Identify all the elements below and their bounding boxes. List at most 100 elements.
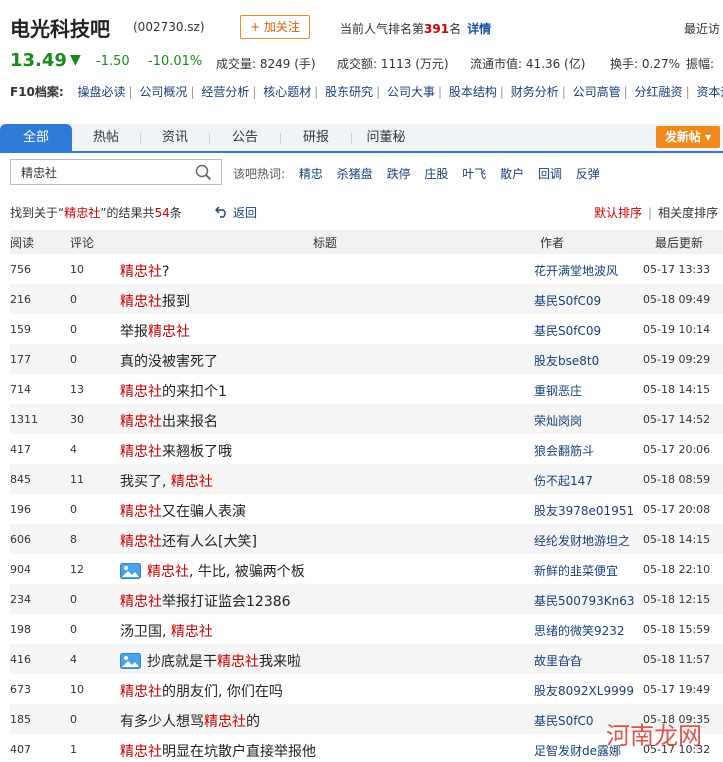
read-count: 845: [10, 473, 31, 486]
post-title-link[interactable]: 精忠社来翘板了哦: [120, 441, 232, 461]
f10-link[interactable]: 资本运作: [696, 85, 723, 99]
f10-link[interactable]: 公司大事: [387, 85, 435, 99]
f10-link[interactable]: 公司高管: [573, 85, 621, 99]
hot-word-link[interactable]: 回调: [538, 167, 562, 181]
post-title-link[interactable]: 精忠社明显在坑散户直接举报他: [120, 741, 316, 761]
tab-bar: 全部 热帖 资讯 公告 研报 问董秘 发新帖 ▾: [0, 124, 723, 153]
back-label: 返回: [233, 206, 258, 220]
hot-word-link[interactable]: 反弹: [576, 167, 600, 181]
hot-word-link[interactable]: 庄股: [424, 167, 448, 181]
tab-news[interactable]: 资讯: [141, 124, 209, 151]
post-title-link[interactable]: 汤卫国, 精忠社: [120, 621, 213, 641]
f10-link[interactable]: 分红融资: [635, 85, 683, 99]
post-title-link[interactable]: 精忠社, 牛比, 被骗两个板: [120, 561, 305, 581]
table-row: 198 0 汤卫国, 精忠社 思绪的微笑9232 05-18 15:59: [10, 614, 723, 644]
title-text: 抄底就是干: [147, 654, 217, 670]
f10-label: F10档案:: [10, 85, 64, 99]
last-updated: 05-18 22:10: [643, 563, 711, 576]
tab-ask-secretary[interactable]: 问董秘: [352, 124, 420, 151]
comment-count: 13: [70, 383, 84, 396]
post-title-link[interactable]: 精忠社又在骗人表演: [120, 501, 246, 521]
post-title-link[interactable]: 精忠社的朋友们, 你们在吗: [120, 681, 283, 701]
title-text: 的朋友们, 你们在吗: [162, 684, 283, 700]
author-link[interactable]: 思绪的微笑9232: [534, 622, 625, 639]
post-title-link[interactable]: 精忠社还有人么[大笑]: [120, 531, 257, 551]
follow-button[interactable]: + 加关注: [240, 15, 310, 39]
last-updated: 05-19 09:29: [643, 353, 711, 366]
f10-link[interactable]: 操盘必读: [78, 85, 126, 99]
recent-visits[interactable]: 最近访: [684, 20, 720, 37]
post-title-link[interactable]: 真的没被害死了: [120, 351, 218, 371]
author-link[interactable]: 经纶发财地游坦之: [534, 532, 630, 549]
search-input[interactable]: [11, 160, 191, 184]
read-count: 673: [10, 683, 31, 696]
author-link[interactable]: 故里旮旮: [534, 652, 582, 669]
keyword-highlight: 精忠社: [120, 684, 162, 700]
f10-link[interactable]: 股东研究: [325, 85, 373, 99]
author-link[interactable]: 股友3978e01951: [534, 502, 634, 519]
post-title-link[interactable]: 精忠社?: [120, 261, 169, 281]
f10-link[interactable]: 公司概况: [139, 85, 187, 99]
post-title-link[interactable]: 精忠社出来报名: [120, 411, 218, 431]
author-link[interactable]: 伤不起147: [534, 472, 593, 489]
post-title-link[interactable]: 举报精忠社: [120, 321, 190, 341]
back-link[interactable]: 返回: [215, 204, 257, 221]
author-link[interactable]: 股友8092XL9999: [534, 682, 634, 699]
author-link[interactable]: 花开满堂地波风: [534, 262, 618, 279]
last-updated: 05-18 09:49: [643, 293, 711, 306]
author-link[interactable]: 新鲜的韭菜便宜: [534, 562, 618, 579]
post-title-link[interactable]: 精忠社举报打证监会12386: [120, 591, 291, 611]
volume: 成交量: 8249 (手): [216, 57, 316, 71]
stock-price: 13.49: [10, 50, 67, 71]
new-post-button[interactable]: 发新帖 ▾: [656, 126, 720, 148]
hot-word-link[interactable]: 精忠: [299, 167, 323, 181]
bar-title[interactable]: 电光科技吧: [10, 13, 110, 42]
tab-hot[interactable]: 热帖: [72, 124, 140, 151]
post-list: 756 10 精忠社? 花开满堂地波风 05-17 13:33 216 0 精忠社报到 基民S0…: [10, 254, 723, 762]
post-title-link[interactable]: 我买了, 精忠社: [120, 471, 213, 491]
author-link[interactable]: 股友bse8t0: [534, 352, 599, 369]
title-text: 的来扣个1: [162, 384, 227, 400]
turnover-rate: 换手: 0.27%: [610, 57, 680, 71]
rank-prefix: 当前人气排名第: [340, 22, 425, 36]
search-icon[interactable]: [195, 164, 212, 181]
f10-link[interactable]: 财务分析: [511, 85, 559, 99]
search-box: [10, 159, 222, 185]
f10-link[interactable]: 核心题材: [263, 85, 311, 99]
author-link[interactable]: 重钢恶庄: [534, 382, 582, 399]
rank-detail-link[interactable]: 详情: [467, 22, 491, 36]
post-title-link[interactable]: 有多少人想骂精忠社的: [120, 711, 260, 731]
read-count: 196: [10, 503, 31, 516]
image-icon: [120, 563, 141, 579]
comment-count: 4: [70, 653, 77, 666]
author-link[interactable]: 基民S0fC09: [534, 322, 601, 339]
title-text: 汤卫国,: [120, 624, 171, 640]
sort-default[interactable]: 默认排序: [594, 206, 642, 220]
hot-word-link[interactable]: 叶飞: [462, 167, 486, 181]
f10-link[interactable]: 股本结构: [449, 85, 497, 99]
author-link[interactable]: 荣灿岗岗: [534, 412, 582, 429]
sort-relevance[interactable]: 相关度排序: [658, 206, 718, 220]
post-title-link[interactable]: 精忠社的来扣个1: [120, 381, 227, 401]
popularity-rank: 当前人气排名第391名 详情: [340, 20, 491, 37]
f10-link[interactable]: 经营分析: [201, 85, 249, 99]
author-link[interactable]: 基民500793Kn63: [534, 592, 635, 609]
comment-count: 1: [70, 743, 77, 756]
read-count: 756: [10, 263, 31, 276]
hot-word-link[interactable]: 散户: [500, 167, 524, 181]
tab-announcements[interactable]: 公告: [210, 124, 280, 151]
author-link[interactable]: 基民S0fC0: [534, 712, 594, 729]
title-text: 明显在坑散户直接举报他: [162, 744, 316, 760]
comment-count: 8: [70, 533, 77, 546]
last-updated: 05-18 14:15: [643, 533, 711, 546]
hot-word-link[interactable]: 杀猪盘: [337, 167, 373, 181]
post-title-link[interactable]: 精忠社报到: [120, 291, 190, 311]
rank-number: 391: [424, 22, 450, 36]
table-row: 673 10 精忠社的朋友们, 你们在吗 股友8092XL9999 05-17 19:4…: [10, 674, 723, 704]
hot-word-link[interactable]: 跌停: [387, 167, 411, 181]
tab-all[interactable]: 全部: [0, 124, 72, 151]
post-title-link[interactable]: 抄底就是干精忠社我来啦: [120, 651, 301, 671]
author-link[interactable]: 狼会翻筋斗: [534, 442, 594, 459]
tab-research[interactable]: 研报: [281, 124, 351, 151]
author-link[interactable]: 基民S0fC09: [534, 292, 601, 309]
